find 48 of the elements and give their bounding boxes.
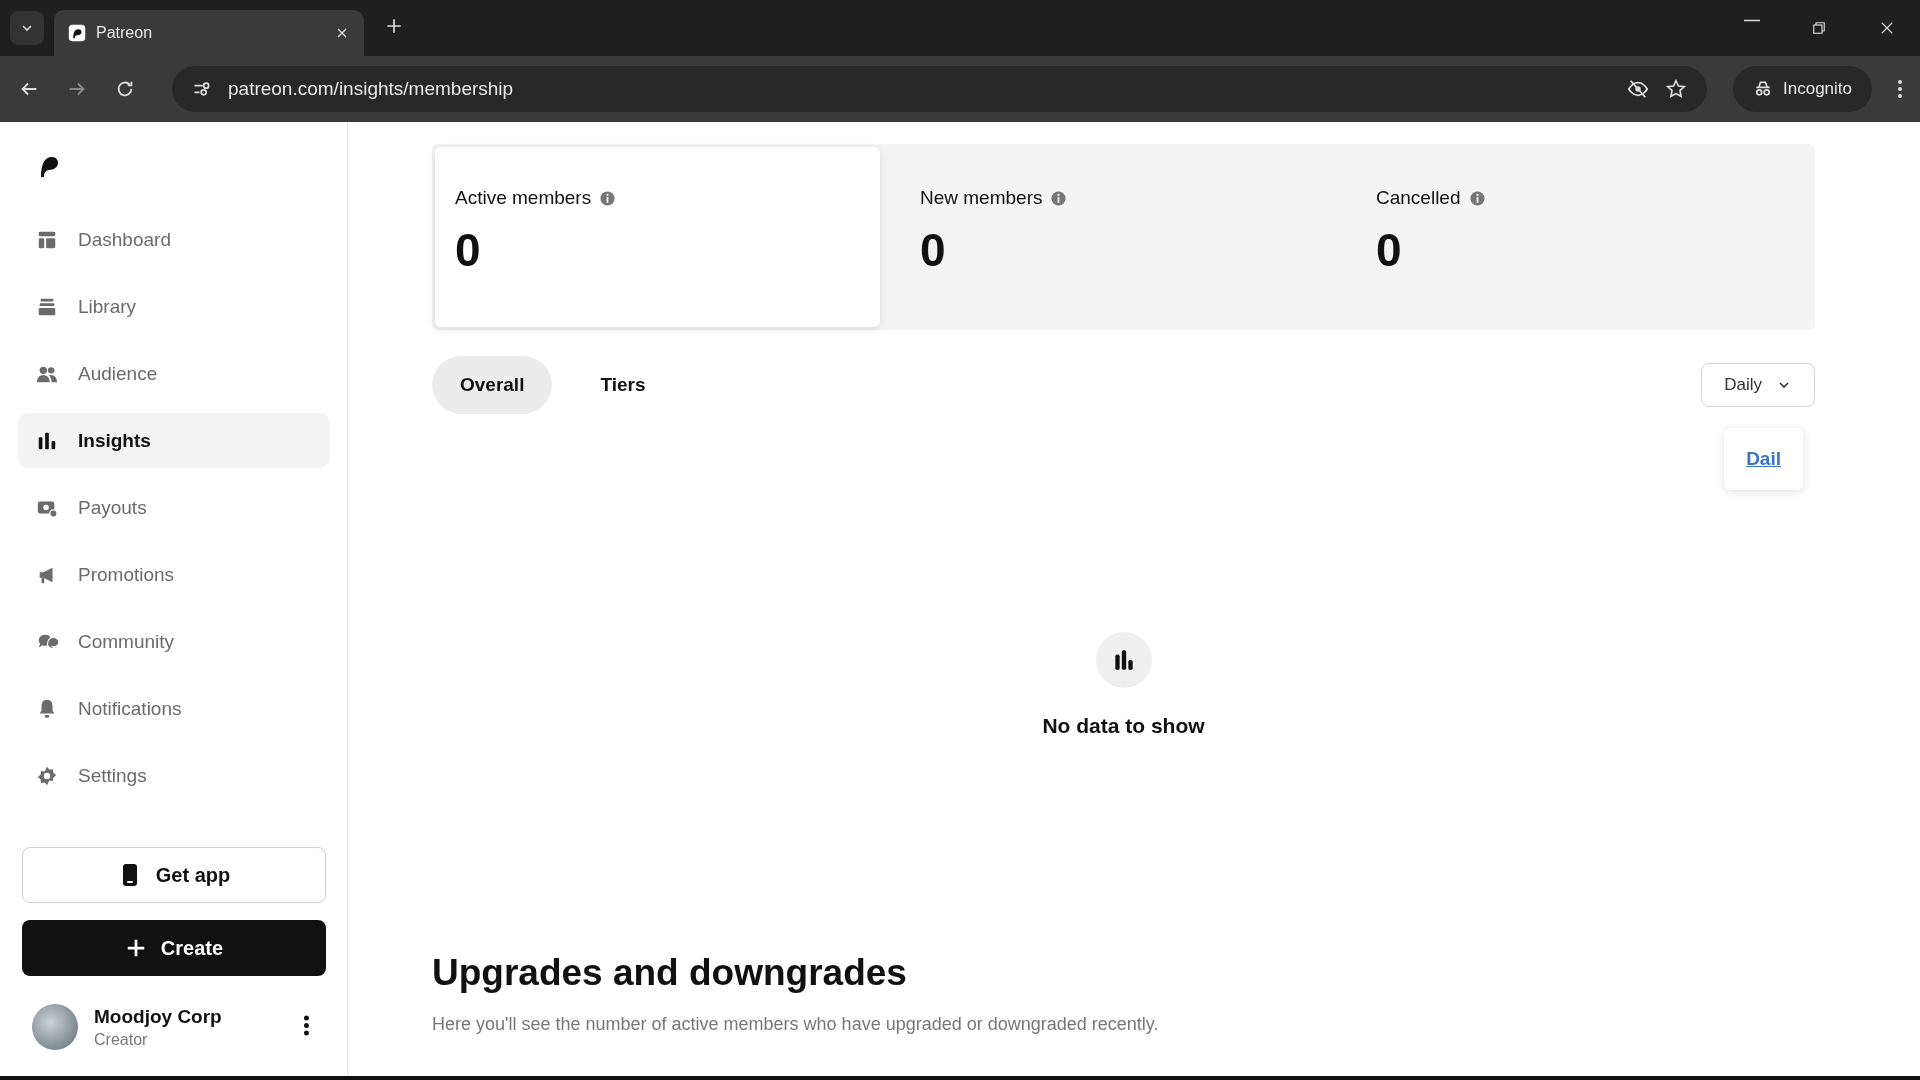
restore-icon [1810, 19, 1828, 37]
stat-label: New members [920, 187, 1043, 209]
minimize-icon[interactable] [1744, 19, 1760, 22]
user-name: Moodjoy Corp [94, 1005, 223, 1028]
sidebar-item[interactable]: Payouts [18, 480, 330, 535]
section-description: Here you'll see the number of active members who have upgraded or downgraded recently. [432, 1014, 1160, 1035]
sidebar-item[interactable]: Settings [18, 748, 330, 803]
patreon-logo-icon [68, 24, 86, 42]
avatar[interactable] [32, 1004, 78, 1050]
site-settings-icon [192, 79, 212, 99]
eye-slash-icon [1627, 78, 1649, 100]
sidebar-item[interactable]: Community [18, 614, 330, 669]
sidebar-item[interactable]: Dashboard [18, 212, 330, 267]
info-icon [1050, 189, 1068, 207]
user-role: Creator [94, 1030, 149, 1049]
sidebar-item[interactable]: Notifications [18, 681, 330, 736]
stat-card[interactable]: New members 0 [900, 147, 1356, 327]
stat-card[interactable]: Active members 0 [435, 147, 880, 327]
stat-value: 0 [455, 223, 482, 277]
info-icon [1468, 189, 1486, 207]
tab-list-button[interactable] [10, 11, 44, 45]
plus-icon [384, 16, 404, 36]
info-icon [599, 189, 617, 207]
section-title: Upgrades and downgrades [432, 952, 908, 994]
sidebar-item[interactable]: Promotions [18, 547, 330, 602]
tab[interactable]: Overall [432, 356, 553, 414]
period-dropdown[interactable]: Daily [1701, 363, 1815, 407]
stat-value: 0 [1376, 223, 1403, 277]
stat-card[interactable]: Cancelled 0 [1356, 147, 1812, 327]
gear-icon [36, 764, 58, 787]
sidebar-item[interactable]: Audience [18, 346, 330, 401]
stat-label: Cancelled [1376, 187, 1461, 209]
kebab-menu-icon[interactable] [1898, 80, 1902, 98]
address-bar[interactable]: patreon.com/insights/membership [172, 66, 1707, 112]
incognito-icon [1753, 79, 1773, 99]
star-icon [1665, 78, 1687, 100]
create-button[interactable]: Create [22, 920, 326, 976]
browser-tab[interactable]: Patreon [54, 10, 364, 56]
sidebar-item[interactable]: Insights [18, 413, 330, 468]
menu-option[interactable]: Dail [1746, 448, 1781, 469]
kebab-menu-icon[interactable] [304, 1014, 309, 1036]
stat-label: Active members [455, 187, 592, 209]
stat-value: 0 [920, 223, 947, 277]
empty-state-text: No data to show [1042, 714, 1205, 738]
incognito-badge[interactable]: Incognito [1733, 66, 1872, 112]
tab[interactable]: Tiers [572, 356, 674, 414]
get-app-button[interactable]: Get app [22, 847, 326, 903]
sidebar-item[interactable]: Library [18, 279, 330, 334]
